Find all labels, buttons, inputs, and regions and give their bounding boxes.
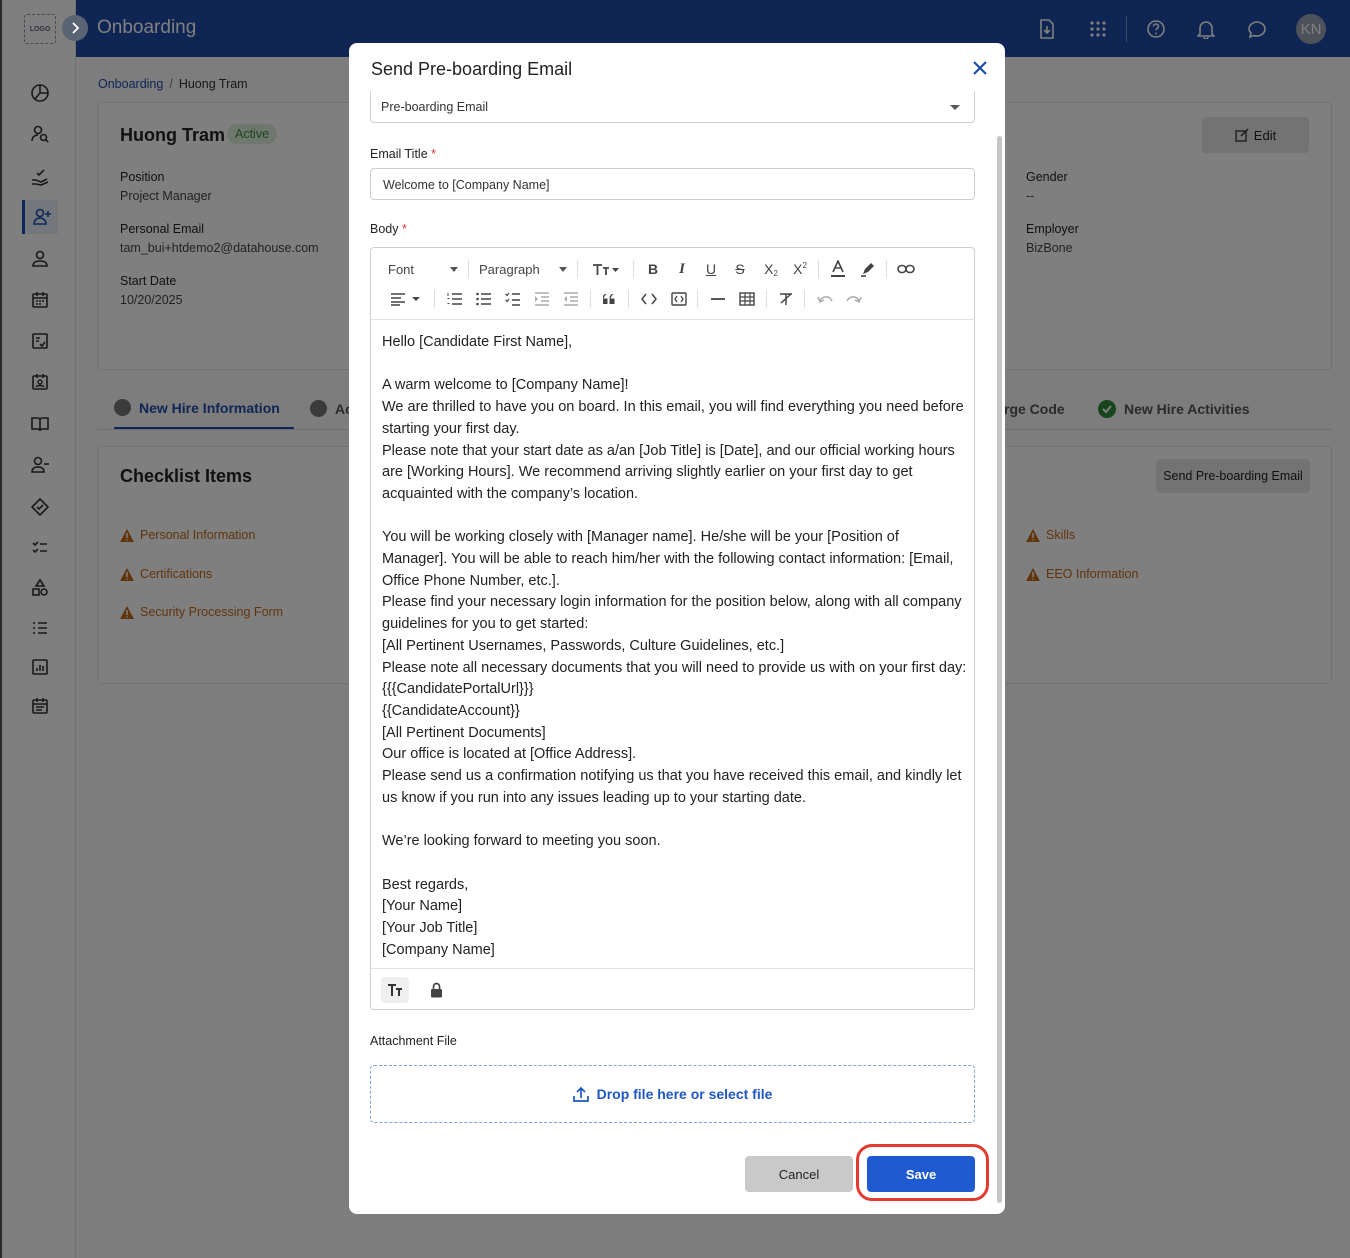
divider: [766, 290, 767, 308]
body-blank-line: [382, 809, 967, 831]
ordered-list-icon[interactable]: [444, 288, 466, 310]
body-paragraph: Please note that your start date as a/an…: [382, 442, 955, 502]
body-paragraph: You will be working closely with [Manage…: [382, 529, 954, 589]
body-paragraph: We’re looking forward to meeting you soo…: [382, 833, 661, 850]
chevron-down-icon: [950, 105, 960, 110]
required-mark: *: [431, 147, 437, 161]
undo-icon[interactable]: [814, 288, 836, 310]
email-title-label: Email Title *: [370, 147, 436, 161]
divider: [628, 290, 629, 308]
template-select[interactable]: Pre-boarding Email: [370, 91, 975, 123]
cancel-button[interactable]: Cancel: [745, 1156, 853, 1192]
body-label-text: Body: [370, 222, 399, 236]
horizontal-rule-icon[interactable]: [707, 288, 729, 310]
indent-icon[interactable]: [531, 288, 553, 310]
body-label: Body *: [370, 222, 407, 236]
chevron-down-icon: [450, 266, 458, 272]
text-color-icon[interactable]: [827, 258, 849, 280]
body-blank-line: [382, 354, 967, 376]
body-paragraph: [Company Name]: [382, 941, 495, 958]
font-size-icon: [593, 264, 619, 275]
link-icon[interactable]: [895, 258, 917, 280]
clear-format-icon[interactable]: [775, 288, 797, 310]
email-title-label-text: Email Title: [370, 147, 428, 161]
template-select-value: Pre-boarding Email: [381, 100, 488, 114]
save-highlight-annotation: [856, 1144, 989, 1201]
body-paragraph: {{{CandidatePortalUrl}}}: [382, 681, 534, 698]
expand-sidebar-button[interactable]: [62, 15, 88, 41]
file-dropzone[interactable]: Drop file here or select file: [370, 1065, 975, 1123]
body-paragraph: Please send us a confirmation notifying …: [382, 768, 962, 806]
body-paragraph: We are thrilled to have you on board. In…: [382, 399, 964, 437]
body-blank-line: [382, 853, 967, 875]
underline-icon[interactable]: U: [701, 258, 721, 280]
divider: [697, 290, 698, 308]
body-paragraph: [Your Job Title]: [382, 919, 478, 936]
align-left-icon: [391, 293, 420, 306]
outdent-icon[interactable]: [560, 288, 582, 310]
email-title-input[interactable]: Welcome to [Company Name]: [370, 168, 975, 200]
divider: [468, 260, 469, 278]
divider: [590, 290, 591, 308]
bullet-list-icon[interactable]: [473, 288, 495, 310]
close-icon[interactable]: [971, 59, 989, 77]
align-button[interactable]: [388, 288, 424, 310]
divider: [577, 260, 578, 278]
body-paragraph: [All Pertinent Documents]: [382, 724, 546, 741]
editor-toolbar: Font Paragraph B I U S X2 X2: [371, 248, 974, 320]
body-blank-line: [382, 506, 967, 528]
redo-icon[interactable]: [843, 288, 865, 310]
code-icon[interactable]: [638, 288, 660, 310]
body-paragraph: Our office is located at [Office Address…: [382, 746, 637, 763]
send-email-modal: Send Pre-boarding Email Pre-boarding Ema…: [349, 43, 1005, 1214]
bold-icon[interactable]: B: [643, 258, 663, 280]
code-block-icon[interactable]: [668, 288, 690, 310]
font-dropdown[interactable]: Font: [388, 258, 458, 280]
dropzone-label: Drop file here or select file: [596, 1086, 773, 1102]
italic-icon[interactable]: I: [672, 258, 692, 280]
body-paragraph: Best regards,: [382, 876, 469, 893]
body-paragraph: {{CandidateAccount}}: [382, 702, 520, 719]
body-paragraph: [Your Name]: [382, 898, 463, 915]
lock-icon[interactable]: [425, 977, 447, 1003]
checklist-icon[interactable]: [502, 288, 524, 310]
paragraph-dropdown-label: Paragraph: [479, 261, 540, 277]
typography-icon[interactable]: [381, 977, 409, 1003]
font-size-button[interactable]: [589, 258, 623, 280]
modal-title: Send Pre-boarding Email: [371, 59, 573, 79]
divider: [804, 290, 805, 308]
upload-icon: [572, 1086, 589, 1102]
subscript-icon[interactable]: X2: [760, 258, 782, 280]
divider: [633, 260, 634, 278]
editor-footer: [371, 968, 974, 1010]
table-icon[interactable]: [736, 288, 758, 310]
body-paragraph: Hello [Candidate First Name],: [382, 334, 573, 350]
divider: [434, 290, 435, 308]
superscript-icon[interactable]: X2: [789, 258, 811, 280]
divider: [818, 260, 819, 278]
paragraph-dropdown[interactable]: Paragraph: [479, 258, 567, 280]
scrollbar[interactable]: [997, 136, 1002, 1203]
body-paragraph: [All Pertinent Usernames, Passwords, Cul…: [382, 637, 785, 654]
chevron-down-icon: [559, 266, 567, 272]
highlight-icon[interactable]: [857, 258, 879, 280]
email-body[interactable]: Hello [Candidate First Name], A warm welc…: [382, 332, 967, 961]
body-paragraph: Please find your necessary login informa…: [382, 594, 962, 633]
strikethrough-icon[interactable]: S: [730, 258, 750, 280]
required-mark: *: [401, 222, 407, 236]
attachment-label: Attachment File: [370, 1034, 457, 1048]
rich-text-editor: Font Paragraph B I U S X2 X2 Hello [Cand…: [370, 247, 975, 1010]
quote-icon[interactable]: [598, 288, 620, 310]
body-paragraph: A warm welcome to [Company Name]!: [382, 377, 629, 394]
divider: [886, 260, 887, 278]
font-dropdown-label: Font: [388, 261, 415, 277]
body-paragraph: Please note all necessary documents that…: [382, 659, 967, 676]
